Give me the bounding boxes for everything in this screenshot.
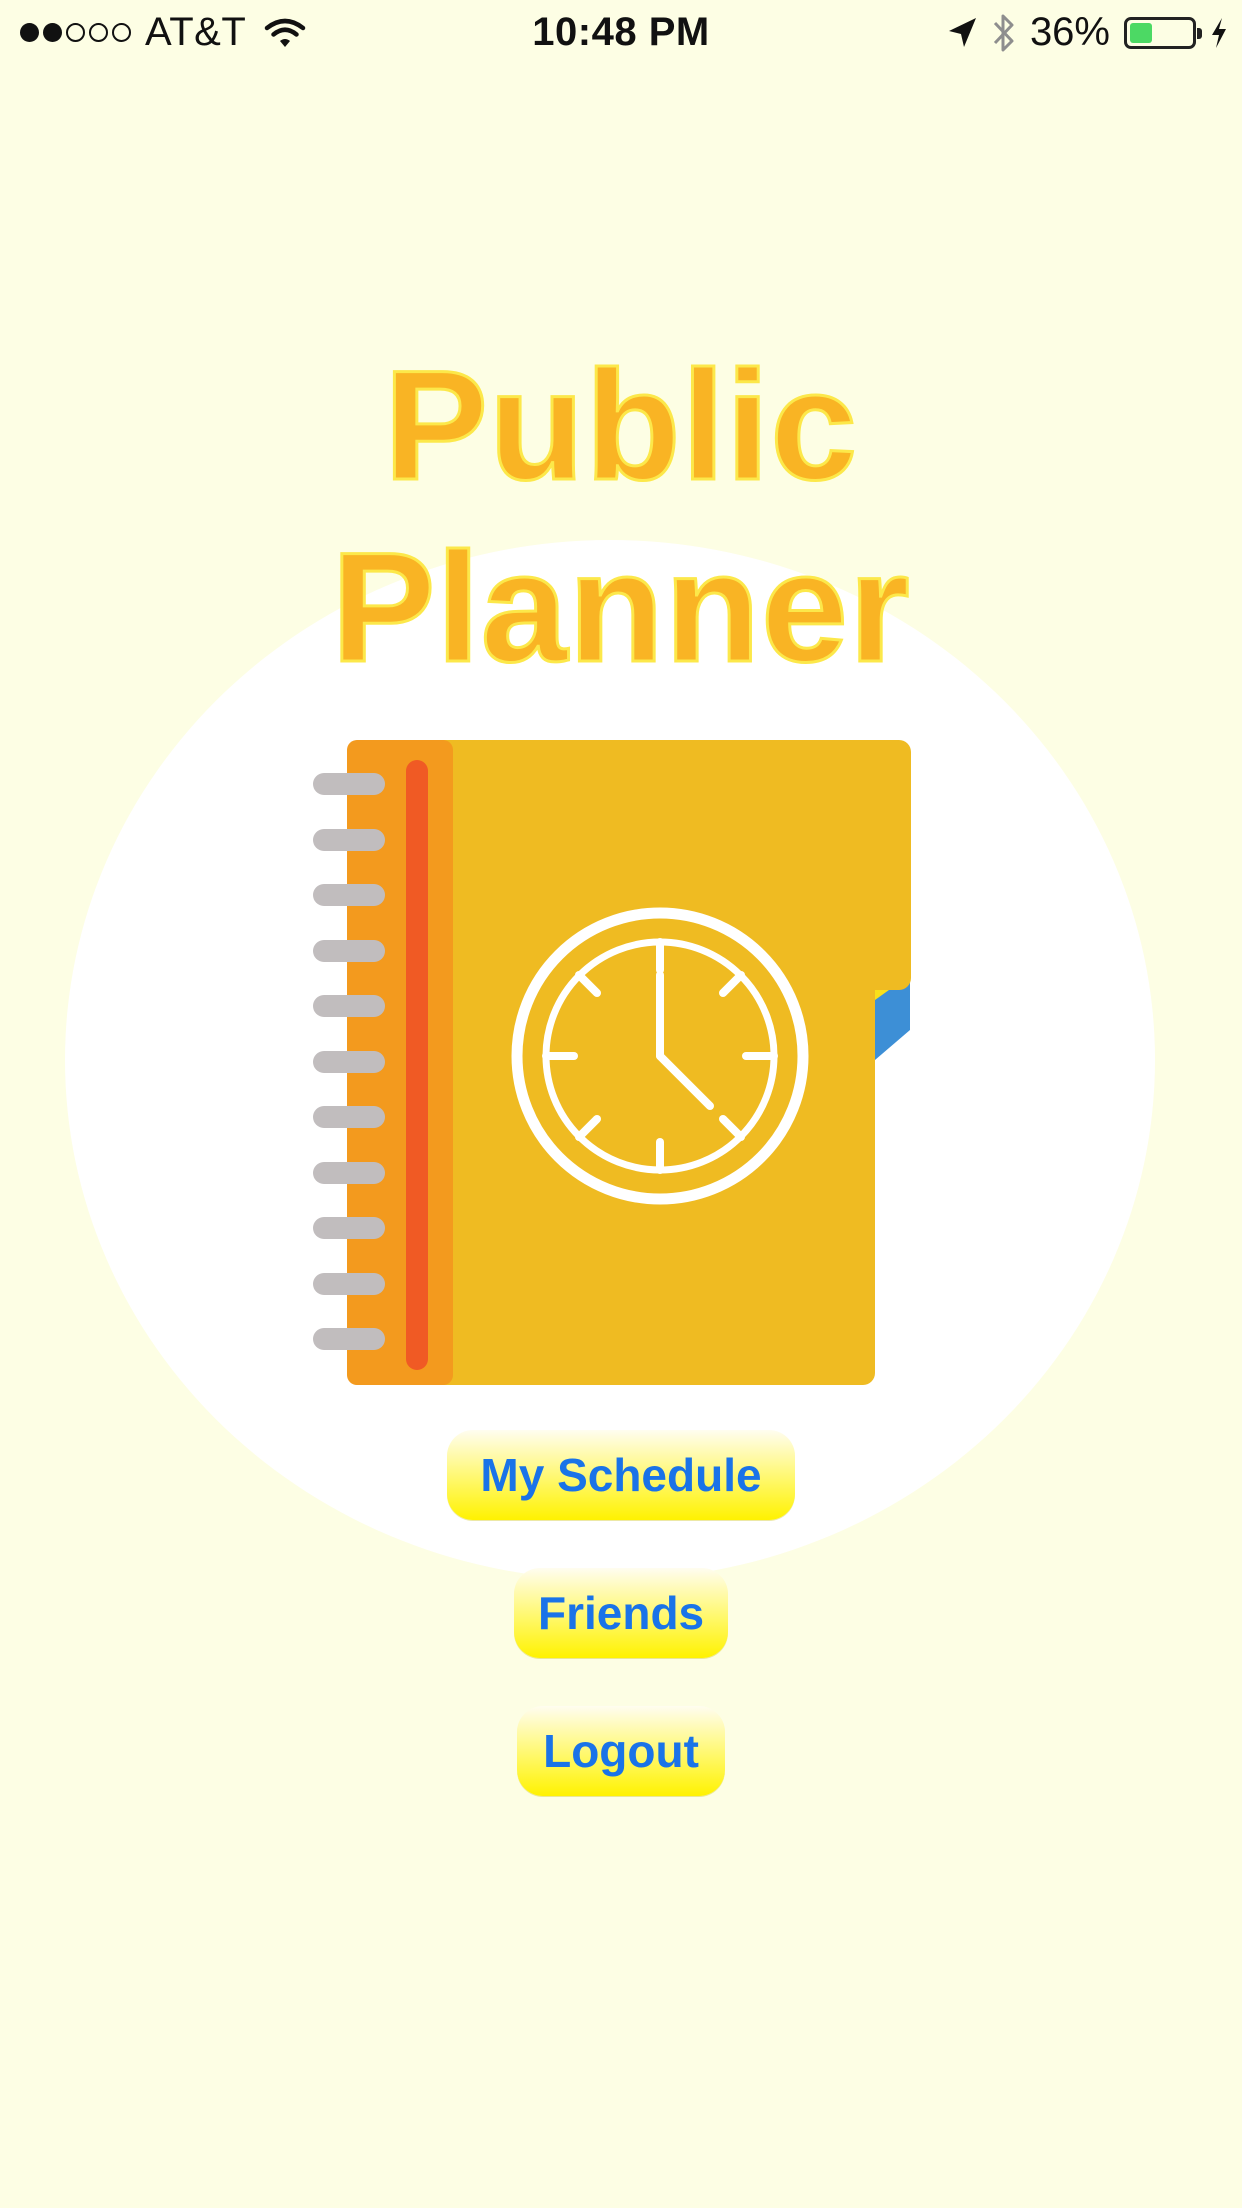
status-bar: AT&T 10:48 PM 36% bbox=[0, 0, 1242, 66]
battery-percent: 36% bbox=[1029, 10, 1110, 54]
logout-button[interactable]: Logout bbox=[517, 1706, 725, 1796]
clock-face bbox=[511, 907, 809, 1205]
charging-bolt-icon bbox=[1212, 17, 1226, 48]
app-title: Public Planner bbox=[330, 338, 911, 697]
battery-nub bbox=[1197, 27, 1202, 39]
battery-icon bbox=[1124, 16, 1202, 49]
friends-button[interactable]: Friends bbox=[514, 1568, 728, 1658]
planner-clock-icon bbox=[313, 740, 911, 1385]
my-schedule-button[interactable]: My Schedule bbox=[447, 1430, 795, 1520]
battery-level bbox=[1130, 22, 1152, 43]
status-right: 36% bbox=[946, 10, 1228, 55]
bluetooth-icon bbox=[993, 14, 1014, 51]
planner-band bbox=[406, 760, 428, 1370]
location-arrow-icon bbox=[948, 17, 976, 47]
